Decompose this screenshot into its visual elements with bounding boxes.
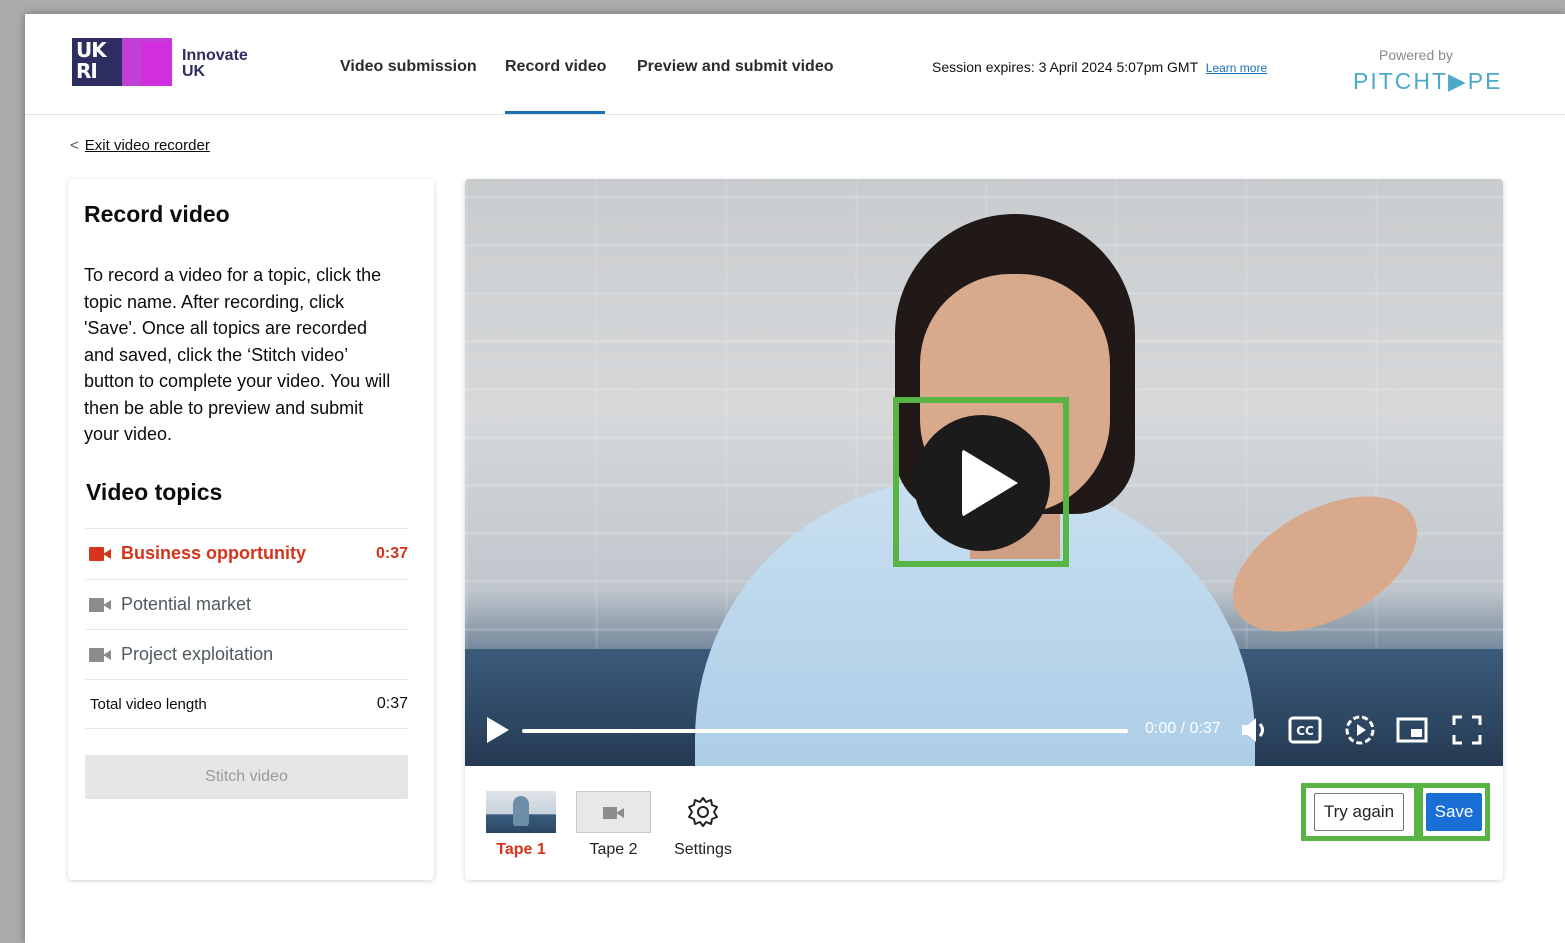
topic-label: Project exploitation bbox=[121, 644, 274, 664]
settings-label: Settings bbox=[674, 841, 732, 858]
tape-2-label: Tape 2 bbox=[589, 841, 638, 858]
volume-icon[interactable] bbox=[1238, 713, 1272, 747]
picture-in-picture-icon[interactable] bbox=[1395, 713, 1429, 747]
svg-text:CC: CC bbox=[1296, 724, 1314, 738]
topic-label: Potential market bbox=[121, 594, 252, 614]
tape-1-thumbnail bbox=[486, 791, 556, 833]
exit-video-recorder-link[interactable]: < Exit video recorder bbox=[70, 137, 210, 154]
nav-record-video[interactable]: Record video bbox=[505, 58, 606, 76]
total-value: 0:37 bbox=[376, 695, 408, 712]
learn-more-link[interactable]: Learn more bbox=[1206, 61, 1267, 75]
brand-line-1: Innovate bbox=[182, 47, 248, 64]
playback-speed-icon[interactable] bbox=[1343, 713, 1377, 747]
captions-icon[interactable]: CC bbox=[1288, 713, 1322, 747]
logo-brand-name: Innovate UK bbox=[182, 48, 248, 80]
video-topics-heading: Video topics bbox=[86, 479, 223, 505]
nav-video-submission[interactable]: Video submission bbox=[340, 58, 477, 76]
panel-title: Record video bbox=[84, 201, 230, 227]
pitchtype-logo: PITCHT▶PE bbox=[1353, 68, 1503, 94]
ukri-logo[interactable]: UK RI Innovate UK bbox=[72, 38, 252, 88]
time-readout: 0:00 / 0:37 bbox=[1145, 720, 1221, 737]
video-camera-icon bbox=[89, 546, 113, 561]
video-camera-icon bbox=[576, 791, 651, 833]
chevron-left-icon: < bbox=[70, 137, 79, 154]
tape-1[interactable]: Tape 1 bbox=[486, 791, 556, 859]
record-video-panel: Record video To record a video for a top… bbox=[68, 179, 434, 880]
topic-duration: 0:37 bbox=[375, 544, 408, 562]
app-window: UK RI Innovate UK Video submission Record… bbox=[25, 14, 1565, 943]
player-controls: 0:00 / 0:37 CC bbox=[465, 699, 1503, 766]
video-camera-icon bbox=[89, 647, 113, 662]
nav-preview-and-submit[interactable]: Preview and submit video bbox=[637, 58, 834, 76]
stitch-video-button[interactable]: Stitch video bbox=[85, 755, 408, 799]
fullscreen-icon[interactable] bbox=[1450, 713, 1484, 747]
video-camera-icon bbox=[89, 597, 113, 612]
topic-label: Business opportunity bbox=[121, 543, 307, 563]
video-recorder-panel: 0:00 / 0:37 CC Tape 1 Tape 2 Settings Tr… bbox=[465, 179, 1503, 880]
topic-project-exploitation[interactable]: Project exploitation bbox=[85, 629, 408, 679]
session-expiry: Session expires: 3 April 2024 5:07pm GMT… bbox=[932, 59, 1267, 75]
gear-icon bbox=[686, 795, 720, 829]
settings-button[interactable]: Settings bbox=[668, 791, 738, 859]
highlight-box-play bbox=[893, 397, 1069, 567]
exit-label: Exit video recorder bbox=[84, 137, 210, 154]
play-icon[interactable] bbox=[487, 717, 509, 743]
topic-business-opportunity[interactable]: Business opportunity 0:37 bbox=[85, 528, 408, 578]
highlight-box-save bbox=[1418, 783, 1490, 841]
ukri-logo-text: UK RI bbox=[76, 38, 107, 83]
logo-purple-block-2 bbox=[142, 42, 172, 86]
total-video-length-row: Total video length 0:37 bbox=[85, 679, 408, 729]
header: UK RI Innovate UK Video submission Record… bbox=[25, 14, 1565, 115]
brand-line-2: UK bbox=[182, 63, 206, 80]
active-tab-indicator bbox=[505, 111, 605, 114]
video-player[interactable]: 0:00 / 0:37 CC bbox=[465, 179, 1503, 766]
tape-1-label: Tape 1 bbox=[496, 841, 546, 858]
highlight-box-try-again bbox=[1301, 783, 1419, 841]
topic-potential-market[interactable]: Potential market bbox=[85, 579, 408, 629]
progress-bar[interactable] bbox=[522, 729, 1128, 733]
total-label: Total video length bbox=[90, 695, 207, 713]
powered-by-label: Powered by bbox=[1379, 47, 1453, 63]
session-text: Session expires: 3 April 2024 5:07pm GMT bbox=[932, 59, 1198, 75]
instructions-text: To record a video for a topic, click the… bbox=[84, 265, 391, 444]
tape-2[interactable]: Tape 2 bbox=[576, 791, 651, 859]
